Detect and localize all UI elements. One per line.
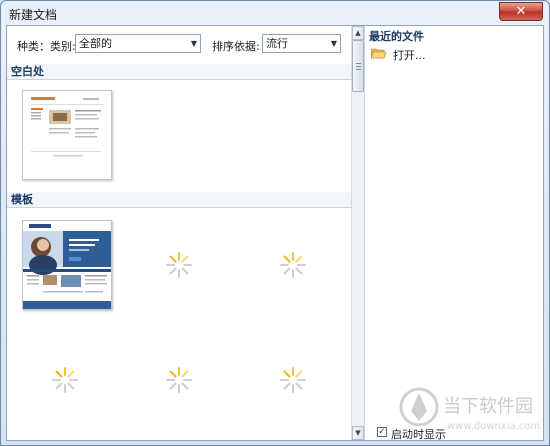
open-file-label: 打开... — [393, 49, 426, 62]
dialog-client-area: 种类：类别: 全部的 ▼ 排序依据: 流行 ▼ 空白处 模板 ▲ ▼ 最近的文件… — [6, 25, 544, 441]
filter-bar: 种类：类别: 全部的 ▼ 排序依据: 流行 ▼ — [7, 26, 351, 62]
recent-files-panel: 最近的文件 打开... ✓ 启动时显示 — [364, 26, 543, 441]
recent-files-header: 最近的文件 — [369, 30, 424, 43]
loading-spinner-icon — [50, 365, 80, 395]
sort-select[interactable]: 流行 ▼ — [262, 34, 341, 53]
blank-template-preview — [23, 91, 111, 179]
sort-label: 排序依据: — [212, 40, 260, 53]
loading-spinner-icon — [164, 250, 194, 280]
scrollbar-thumb[interactable] — [352, 40, 364, 92]
grip-line — [356, 69, 361, 70]
new-document-window: 新建文档 ✕ 种类：类别: 全部的 ▼ 排序依据: 流行 ▼ 空白处 模板 ▲ … — [0, 0, 550, 446]
title-bar: 新建文档 ✕ — [1, 1, 549, 25]
loading-spinner-icon — [164, 365, 194, 395]
vertical-scrollbar[interactable]: ▲ ▼ — [351, 26, 364, 440]
scroll-down-icon[interactable]: ▼ — [352, 426, 364, 440]
sort-select-value: 流行 — [266, 37, 288, 50]
kind-select-value: 全部的 — [79, 37, 112, 50]
grip-line — [356, 63, 361, 64]
loading-spinner-icon — [278, 250, 308, 280]
watermark-logo: 当下软件园 www.downxia.com — [397, 381, 547, 437]
watermark-url: www.downxia.com — [447, 421, 540, 432]
grip-line — [356, 66, 361, 67]
blank-template-thumbnail[interactable] — [22, 90, 112, 180]
business-template-preview — [23, 221, 111, 309]
window-title: 新建文档 — [9, 8, 58, 22]
chevron-down-icon: ▼ — [330, 39, 337, 48]
template-thumbnail[interactable] — [22, 220, 112, 310]
blank-section-header: 空白处 — [7, 64, 351, 80]
kind-select[interactable]: 全部的 ▼ — [75, 34, 201, 53]
scroll-up-icon[interactable]: ▲ — [352, 26, 364, 40]
template-panel: 种类：类别: 全部的 ▼ 排序依据: 流行 ▼ 空白处 模板 — [7, 26, 351, 440]
folder-open-icon — [371, 48, 386, 59]
loading-spinner-icon — [278, 365, 308, 395]
close-button[interactable]: ✕ — [499, 2, 543, 21]
templates-section-header: 模板 — [7, 192, 351, 208]
watermark-text: 当下软件园 — [443, 396, 533, 417]
kind-label: 种类：类别: — [17, 40, 76, 53]
checkbox-icon[interactable]: ✓ — [377, 427, 387, 437]
close-icon: ✕ — [515, 4, 527, 19]
chevron-down-icon: ▼ — [190, 39, 197, 48]
